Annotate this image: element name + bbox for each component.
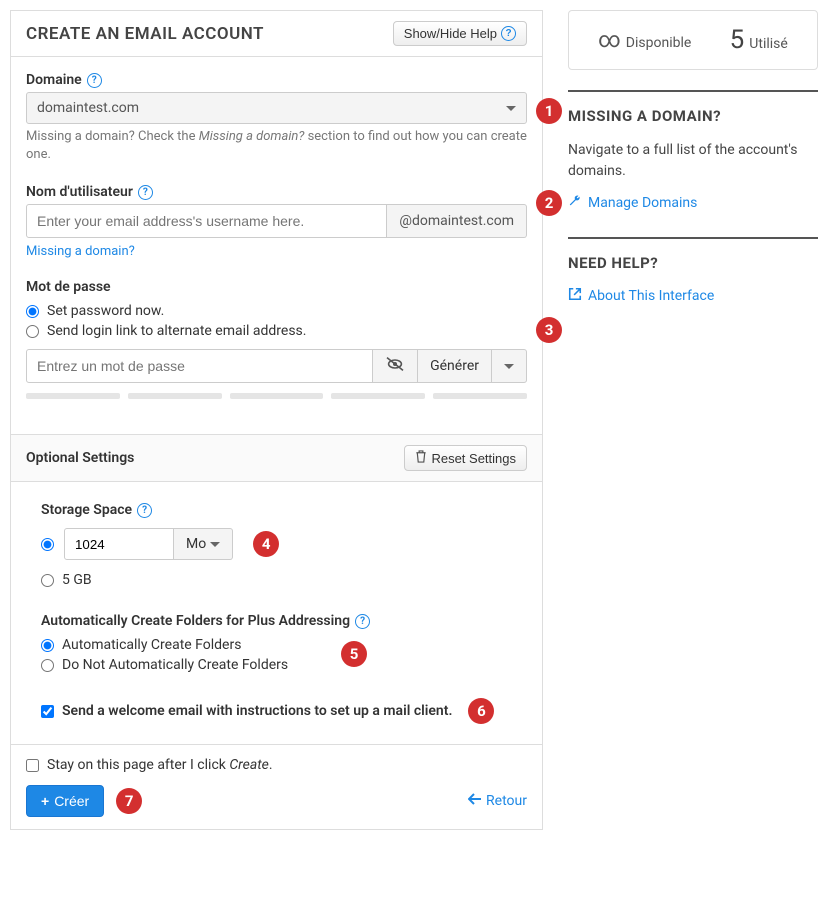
storage-value-input[interactable] (64, 528, 174, 560)
about-interface-link[interactable]: About This Interface (568, 287, 714, 305)
help-icon[interactable]: ? (355, 614, 370, 629)
help-icon: ? (501, 26, 516, 41)
welcome-checkbox[interactable] (41, 705, 54, 718)
used-label: Utilisé (749, 36, 788, 52)
annotation-marker-4: 4 (253, 531, 279, 557)
missing-domain-link[interactable]: Missing a domain? (26, 244, 527, 259)
arrow-left-icon (468, 793, 482, 809)
annotation-marker-5: 5 (341, 641, 367, 667)
trash-icon (415, 450, 427, 466)
missing-domain-panel: 1 MISSING A DOMAIN? Navigate to a full l… (568, 90, 818, 237)
password-input[interactable] (26, 349, 373, 383)
username-section: Nom d'utilisateur ? @domaintest.com Miss… (26, 184, 527, 259)
wrench-icon (568, 194, 582, 212)
domain-select[interactable]: domaintest.com (26, 92, 527, 124)
password-label: Mot de passe (26, 279, 111, 295)
annotation-marker-6: 6 (468, 698, 494, 724)
sidebar: ∞ Disponible 5 Utilisé 1 MISSING A DOMAI… (568, 10, 818, 830)
used-count: 5 (730, 25, 745, 55)
optional-title: Optional Settings (26, 450, 134, 466)
welcome-row: Send a welcome email with instructions t… (41, 698, 527, 724)
username-input[interactable] (26, 204, 387, 238)
welcome-label: Send a welcome email with instructions t… (62, 703, 452, 719)
folders-auto-radio[interactable] (41, 639, 54, 652)
stay-label: Stay on this page after I click Create. (47, 757, 273, 773)
available-label: Disponible (626, 35, 692, 51)
need-help-title: NEED HELP? (568, 254, 818, 272)
toggle-help-button[interactable]: Show/Hide Help ? (393, 21, 527, 46)
generate-dropdown-button[interactable] (492, 349, 527, 383)
optional-header: Optional Settings Reset Settings (11, 434, 542, 482)
reset-settings-button[interactable]: Reset Settings (404, 445, 527, 471)
infinity-icon: ∞ (598, 28, 621, 53)
page-title: CREATE AN EMAIL ACCOUNT (26, 24, 264, 44)
toggle-visibility-button[interactable] (373, 349, 418, 383)
missing-domain-text: Navigate to a full list of the account's… (568, 140, 818, 182)
generate-password-button[interactable]: Générer (418, 349, 492, 383)
password-strength (26, 393, 527, 399)
folders-no-radio[interactable] (41, 659, 54, 672)
domain-hint: Missing a domain? Check the Missing a do… (26, 128, 527, 164)
storage-preset-radio[interactable] (41, 574, 54, 587)
annotation-marker-3: 3 (536, 317, 562, 343)
domain-suffix: @domaintest.com (387, 204, 527, 238)
annotation-marker-7: 7 (116, 788, 142, 814)
folders-no-label: Do Not Automatically Create Folders (62, 657, 288, 673)
storage-section: Storage Space ? Mo 4 5 (41, 502, 527, 588)
username-label: Nom d'utilisateur (26, 184, 133, 200)
chevron-down-icon (504, 364, 514, 369)
footer: Stay on this page after I click Create. … (11, 744, 542, 829)
manage-domains-link[interactable]: Manage Domains (568, 194, 697, 212)
help-icon[interactable]: ? (87, 73, 102, 88)
chevron-down-icon (506, 106, 516, 111)
storage-preset-label: 5 GB (62, 572, 92, 588)
help-icon[interactable]: ? (138, 185, 153, 200)
help-icon[interactable]: ? (137, 503, 152, 518)
back-button[interactable]: Retour (468, 793, 527, 809)
domain-section: Domaine ? domaintest.com Missing a domai… (26, 72, 527, 164)
stay-checkbox[interactable] (26, 759, 39, 772)
plus-icon: + (41, 793, 49, 809)
annotation-marker-2: 2 (536, 190, 562, 216)
storage-unit-button[interactable]: Mo (174, 528, 233, 560)
password-link-radio[interactable] (26, 325, 39, 338)
external-link-icon (568, 287, 582, 305)
missing-domain-title: MISSING A DOMAIN? (568, 107, 818, 125)
folders-section: Automatically Create Folders for Plus Ad… (41, 613, 527, 673)
folders-label: Automatically Create Folders for Plus Ad… (41, 613, 350, 629)
password-link-label: Send login link to alternate email addre… (47, 323, 306, 339)
chevron-down-icon (210, 542, 220, 547)
eye-slash-icon (385, 356, 405, 376)
password-section: Mot de passe Set password now. Send logi… (26, 279, 527, 399)
create-button[interactable]: + Créer (26, 785, 104, 817)
panel-header: CREATE AN EMAIL ACCOUNT Show/Hide Help ? (11, 11, 542, 57)
main-panel: CREATE AN EMAIL ACCOUNT Show/Hide Help ?… (10, 10, 543, 830)
annotation-marker-1: 1 (536, 98, 562, 124)
usage-box: ∞ Disponible 5 Utilisé (568, 10, 818, 70)
domain-label: Domaine (26, 72, 82, 88)
need-help-panel: NEED HELP? About This Interface 3 (568, 237, 818, 330)
password-now-radio[interactable] (26, 305, 39, 318)
password-now-label: Set password now. (47, 303, 164, 319)
storage-custom-radio[interactable] (41, 538, 54, 551)
storage-label: Storage Space (41, 502, 132, 518)
folders-auto-label: Automatically Create Folders (62, 637, 241, 653)
